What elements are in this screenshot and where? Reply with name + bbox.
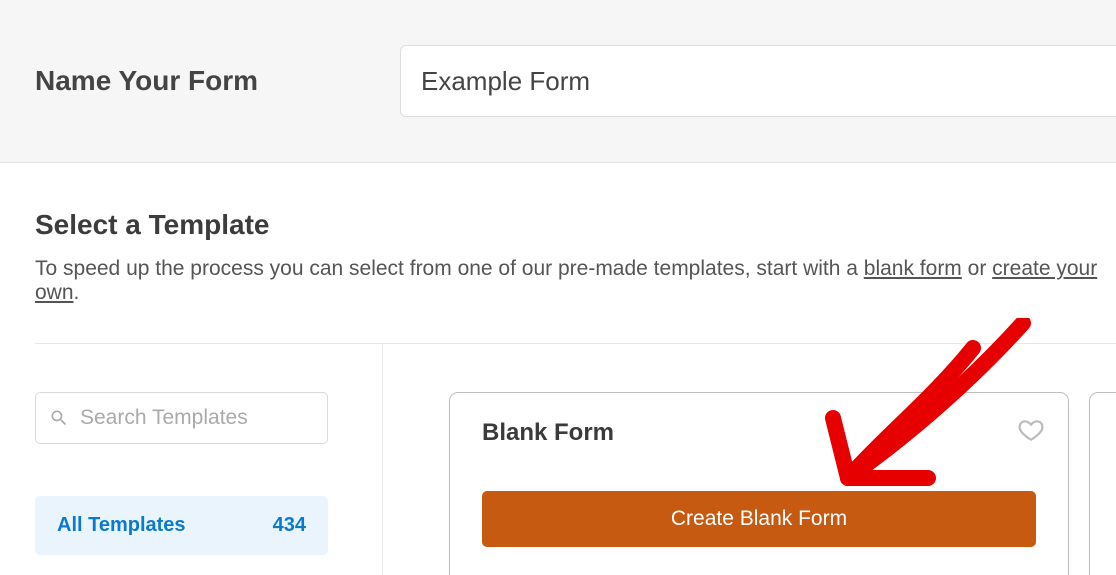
- create-blank-form-button[interactable]: Create Blank Form: [482, 491, 1036, 547]
- heart-icon[interactable]: [1018, 417, 1044, 443]
- template-card-blank: Blank Form Create Blank Form: [449, 392, 1069, 575]
- search-templates-input[interactable]: [35, 392, 328, 444]
- sidebar-item-all-templates[interactable]: All Templates 434: [35, 496, 328, 555]
- template-content-row: All Templates 434 Blank Form Create Blan…: [35, 344, 1116, 575]
- name-form-label: Name Your Form: [35, 65, 400, 97]
- search-wrapper: [35, 392, 328, 444]
- sidebar-item-label: All Templates: [57, 514, 186, 537]
- template-cards-area: Blank Form Create Blank Form: [383, 344, 1116, 575]
- template-card-next[interactable]: [1089, 392, 1116, 575]
- form-name-input[interactable]: [400, 45, 1116, 117]
- template-sidebar: All Templates 434: [35, 344, 383, 575]
- subtitle-text-prefix: To speed up the process you can select f…: [35, 257, 864, 280]
- section-title: Select a Template: [35, 209, 1116, 241]
- sidebar-item-count: 434: [273, 514, 306, 537]
- template-card-title: Blank Form: [482, 419, 1036, 447]
- search-icon: [49, 408, 69, 428]
- name-form-header: Name Your Form: [0, 0, 1116, 163]
- section-subtitle: To speed up the process you can select f…: [35, 257, 1116, 305]
- blank-form-link[interactable]: blank form: [864, 257, 962, 280]
- subtitle-text-suffix: .: [74, 281, 80, 304]
- select-template-section: Select a Template To speed up the proces…: [0, 163, 1116, 575]
- subtitle-text-mid: or: [962, 257, 992, 280]
